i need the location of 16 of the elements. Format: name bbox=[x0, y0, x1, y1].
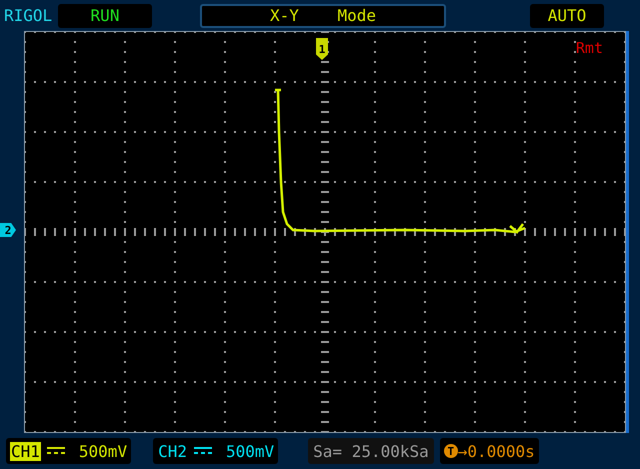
trigger-badge: T bbox=[444, 444, 458, 458]
trigger-offset: →0.0000s bbox=[458, 442, 535, 460]
channel-label: CH1 bbox=[10, 442, 41, 460]
channel-marker: 1 bbox=[316, 38, 328, 60]
brand-label: RIGOL bbox=[4, 6, 54, 25]
channel-scale: 500mV bbox=[226, 442, 274, 460]
remote-indicator: Rmt bbox=[576, 39, 603, 57]
channel-marker: 2 bbox=[0, 223, 16, 237]
sample-rate: Sa= 25.00kSa bbox=[308, 438, 434, 464]
run-status: RUN bbox=[58, 4, 152, 28]
dc-coupling-icon bbox=[46, 446, 65, 456]
channel-label: CH2 bbox=[157, 442, 188, 460]
channel-scale: 500mV bbox=[78, 442, 128, 460]
dc-coupling-icon bbox=[194, 446, 212, 456]
mode-title: X-Y Mode bbox=[200, 4, 446, 28]
trigger-mode: AUTO bbox=[530, 4, 604, 28]
